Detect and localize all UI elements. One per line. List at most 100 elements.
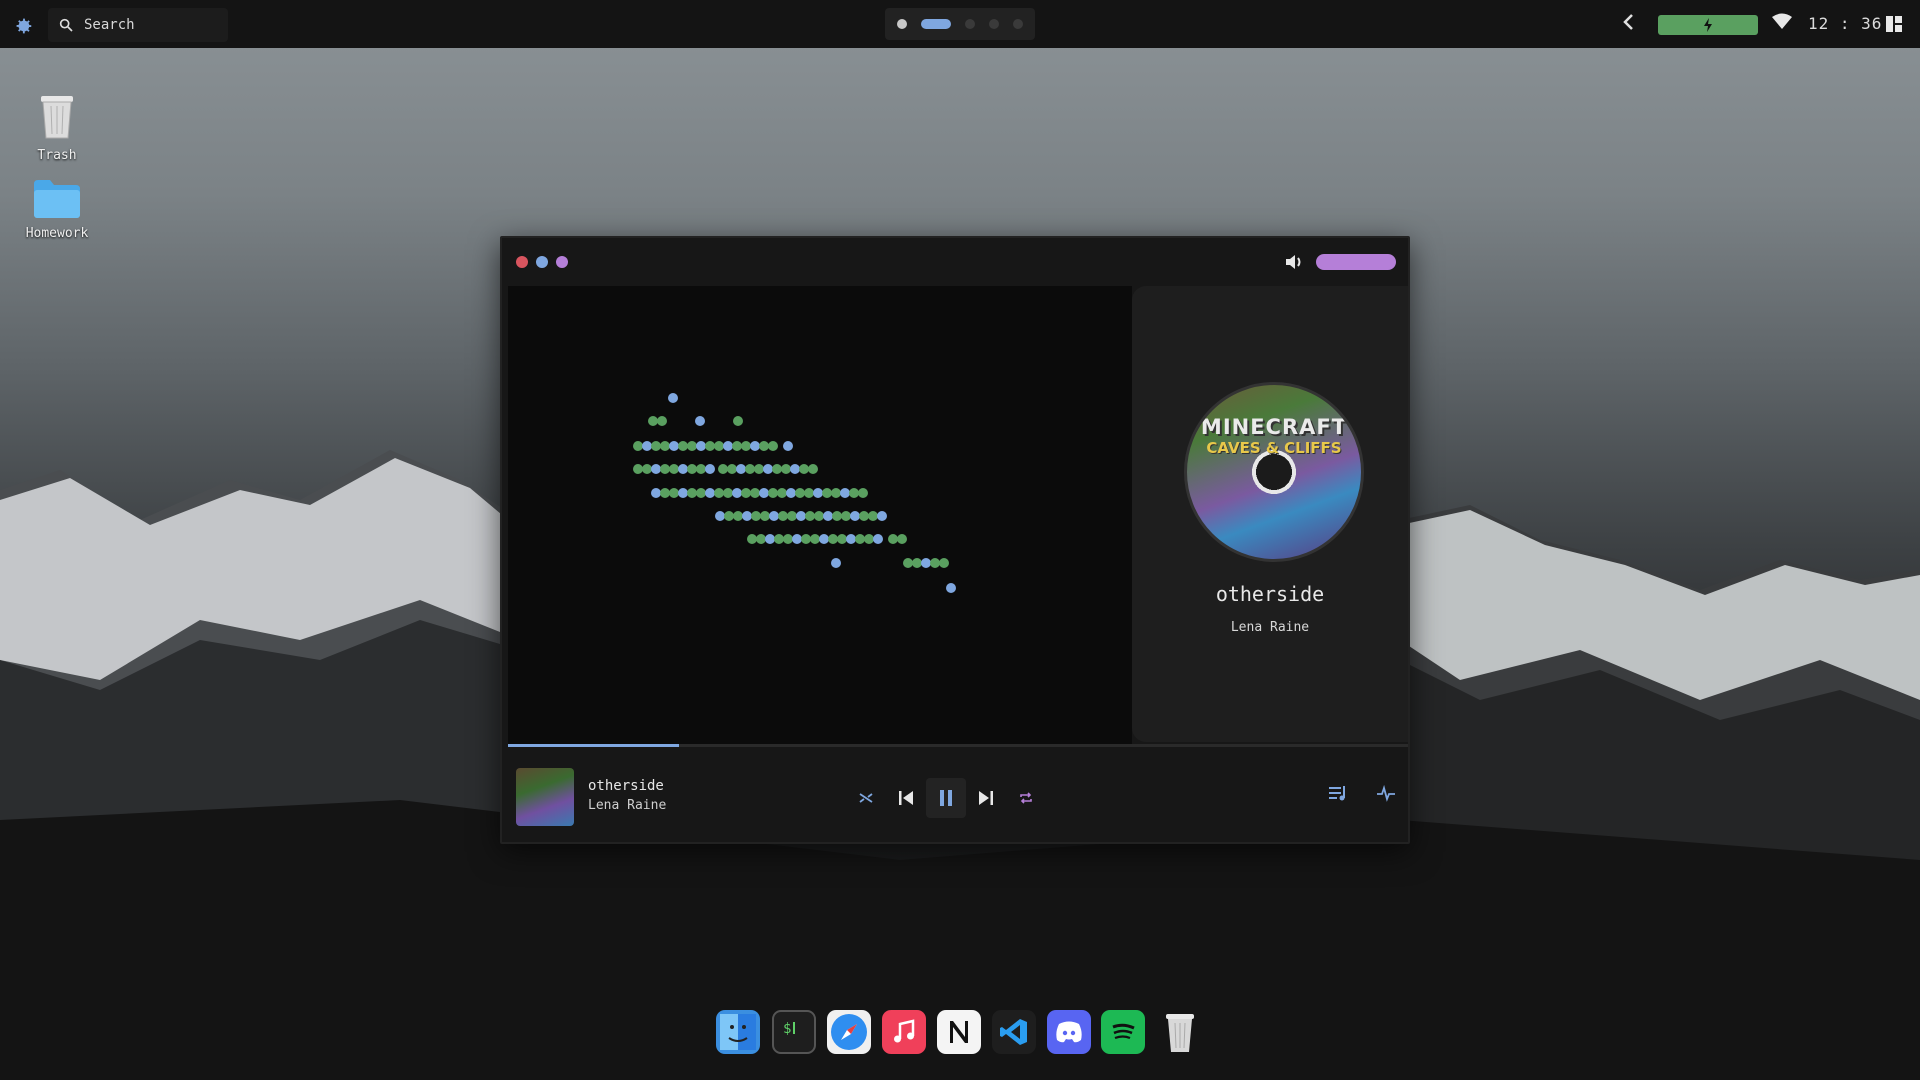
trash-icon — [41, 96, 73, 139]
visualizer-dot — [859, 511, 869, 521]
visualizer-dot — [756, 534, 766, 544]
visualizer-dot — [695, 416, 705, 426]
dock-notion[interactable] — [937, 1010, 981, 1054]
desktop-icon-trash[interactable]: Trash — [12, 88, 102, 163]
maximize-button[interactable] — [556, 256, 568, 268]
vscode-icon — [1000, 1019, 1027, 1045]
queue-icon[interactable] — [1328, 784, 1348, 806]
desktop-icon-homework[interactable]: Homework — [12, 180, 102, 241]
window-titlebar[interactable] — [502, 238, 1408, 286]
visualizer-dot — [741, 488, 751, 498]
next-icon[interactable] — [966, 778, 1006, 818]
visualizer-dot — [714, 441, 724, 451]
visualizer-dot — [732, 441, 742, 451]
visualizer-dot — [759, 441, 769, 451]
visualizer-dot — [921, 558, 931, 568]
visualizer-dot — [651, 464, 661, 474]
clock[interactable]: 12 : 36 — [1808, 14, 1882, 33]
visualizer-dot — [660, 464, 670, 474]
settings-gear-icon[interactable] — [8, 11, 38, 41]
workspace-3[interactable] — [965, 19, 975, 29]
pause-icon — [940, 790, 952, 806]
dock-finder[interactable] — [716, 1010, 760, 1054]
visualizer-dot — [828, 534, 838, 544]
visualizer-dot — [687, 488, 697, 498]
close-button[interactable] — [516, 256, 528, 268]
visualizer-dot — [939, 558, 949, 568]
visualizer-dot — [814, 511, 824, 521]
visualizer-dot — [651, 488, 661, 498]
visualizer-dot — [768, 441, 778, 451]
visualizer-dot — [745, 464, 755, 474]
workspace-2-active[interactable] — [921, 19, 951, 29]
visualizer-dot — [903, 558, 913, 568]
visualizer-dot — [696, 464, 706, 474]
minimize-button[interactable] — [536, 256, 548, 268]
album-art-title: MINECRAFT — [1200, 415, 1348, 439]
visualizer-dot — [831, 488, 841, 498]
visualizer-icon[interactable] — [1376, 784, 1396, 806]
visualizer-dot — [897, 534, 907, 544]
workspace-4[interactable] — [989, 19, 999, 29]
notion-icon — [950, 1021, 968, 1043]
progress-fill — [508, 744, 679, 747]
mini-track-title: otherside — [588, 778, 664, 794]
visualizer-dot — [786, 488, 796, 498]
visualizer-dot — [718, 464, 728, 474]
progress-bar[interactable] — [508, 744, 1408, 747]
dock-music[interactable] — [882, 1010, 926, 1054]
previous-icon[interactable] — [886, 778, 926, 818]
workspace-5[interactable] — [1013, 19, 1023, 29]
visualizer-dot — [772, 464, 782, 474]
visualizer-dot — [754, 464, 764, 474]
visualizer-dot — [946, 583, 956, 593]
visualizer-dot — [781, 464, 791, 474]
visualizer-dot — [724, 511, 734, 521]
charging-bolt-icon — [1704, 18, 1712, 32]
album-art-subtitle: CAVES & CLIFFS — [1206, 439, 1342, 457]
dock-discord[interactable] — [1047, 1010, 1091, 1054]
visualizer-dot — [778, 511, 788, 521]
dock-vscode[interactable] — [992, 1010, 1036, 1054]
visualizer-dot — [760, 511, 770, 521]
visualizer-dot — [696, 441, 706, 451]
workspace-1[interactable] — [897, 19, 907, 29]
visualizer-dot — [642, 441, 652, 451]
search-bar[interactable]: Search — [48, 8, 228, 42]
album-disc: MINECRAFT CAVES & CLIFFS — [1184, 382, 1364, 562]
dock-safari[interactable] — [827, 1010, 871, 1054]
visualizer-dot — [795, 488, 805, 498]
search-icon — [59, 18, 73, 32]
visualizer-dot — [751, 511, 761, 521]
visualizer-dot — [660, 441, 670, 451]
audio-visualizer — [508, 286, 1132, 744]
visualizer-dot — [669, 488, 679, 498]
visualizer-dot — [850, 511, 860, 521]
visualizer-dot — [759, 488, 769, 498]
svg-text:$: $ — [783, 1021, 791, 1037]
dock-terminal[interactable]: $ — [772, 1010, 816, 1054]
visualizer-dot — [732, 488, 742, 498]
chevron-left-icon[interactable] — [1622, 12, 1636, 37]
visualizer-dot — [790, 464, 800, 474]
volume-icon[interactable] — [1284, 252, 1304, 276]
visualizer-dot — [868, 511, 878, 521]
layout-grid-icon[interactable] — [1886, 16, 1902, 36]
dock-spotify[interactable] — [1101, 1010, 1145, 1054]
battery-indicator[interactable] — [1658, 15, 1758, 35]
repeat-icon[interactable] — [1006, 778, 1046, 818]
terminal-icon: $ — [783, 1021, 795, 1037]
volume-slider[interactable] — [1316, 254, 1396, 270]
visualizer-dot — [822, 488, 832, 498]
visualizer-dot — [705, 464, 715, 474]
dock-trash[interactable] — [1158, 1010, 1202, 1054]
shuffle-icon[interactable] — [846, 778, 886, 818]
pause-button[interactable] — [926, 778, 966, 818]
visualizer-dot — [736, 464, 746, 474]
visualizer-dot — [768, 488, 778, 498]
visualizer-dot — [633, 441, 643, 451]
visualizer-dot — [840, 488, 850, 498]
visualizer-dot — [858, 488, 868, 498]
wifi-icon[interactable] — [1772, 13, 1792, 35]
visualizer-dot — [787, 511, 797, 521]
